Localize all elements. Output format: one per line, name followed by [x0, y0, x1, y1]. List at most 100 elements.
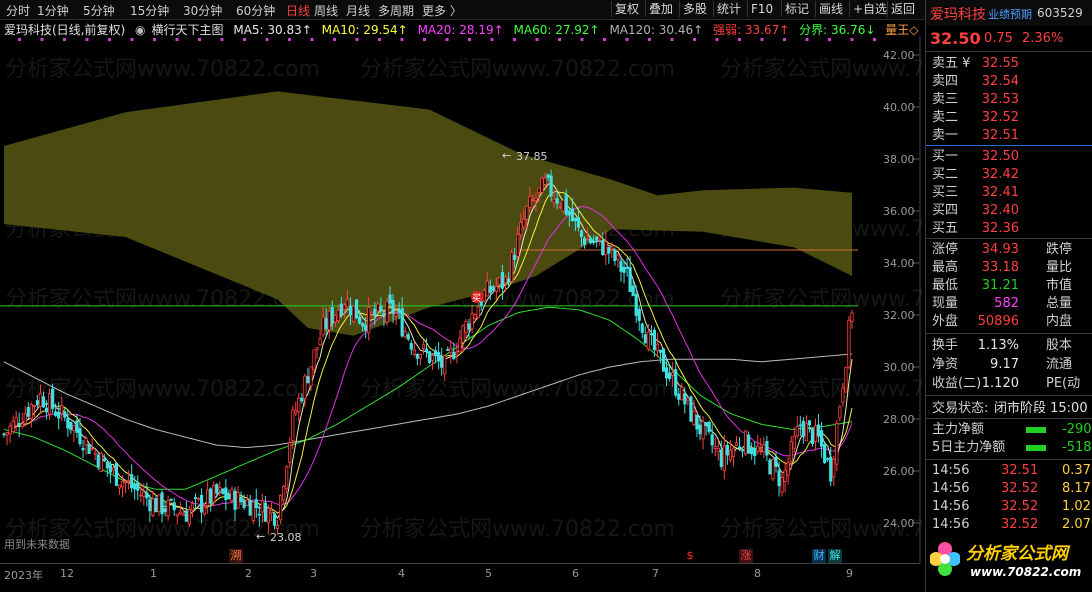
- signal-dot: [423, 38, 426, 41]
- signal-dot: [760, 38, 764, 41]
- stat2-row-label: 换手: [932, 338, 959, 353]
- candle-body: [254, 499, 258, 509]
- x-tick-3: 3: [310, 567, 317, 580]
- ask-row: 卖一 32.51: [926, 127, 1092, 145]
- candle-body: [63, 411, 67, 418]
- candle-body: [832, 459, 836, 478]
- event-marker-cai[interactable]: 财: [812, 549, 826, 563]
- ask-row: 卖二 32.52: [926, 109, 1092, 127]
- candle-body: [41, 396, 46, 408]
- period-tab-more[interactable]: 更多 〉: [422, 2, 462, 19]
- candle-body: [130, 474, 134, 489]
- flow-value: -518: [1062, 440, 1092, 455]
- multi-stock-button[interactable]: 多股: [679, 1, 710, 17]
- mark-button[interactable]: 标记: [781, 1, 812, 17]
- candle-body: [470, 313, 474, 330]
- add-favorite-button[interactable]: +自选: [849, 1, 890, 17]
- candle-body: [576, 217, 581, 228]
- candle-body: [549, 175, 553, 197]
- ask-row-value: 32.53: [981, 92, 1019, 107]
- y-tick-label: 42.00: [883, 49, 915, 62]
- f10-button[interactable]: F10: [747, 1, 776, 17]
- stats-button[interactable]: 统计: [713, 1, 744, 17]
- stat-row: 最高 33.18 量比: [926, 259, 1092, 277]
- candle-body: [643, 334, 647, 344]
- candle-body: [181, 513, 185, 517]
- candle-body: [90, 448, 94, 450]
- candle-body: [172, 502, 176, 511]
- candle-body: [443, 355, 447, 375]
- settings-icon[interactable]: ◉: [135, 23, 145, 37]
- draw-line-button[interactable]: 画线: [815, 1, 846, 17]
- signal-dot: [130, 38, 134, 41]
- candle-body: [807, 420, 812, 426]
- candle-body: [525, 205, 529, 220]
- ask-row-label: 卖三: [932, 92, 959, 107]
- event-marker-zhang[interactable]: 涨: [739, 549, 753, 563]
- candle-body: [820, 430, 824, 447]
- stock-code: 603529: [1037, 6, 1083, 20]
- candle-body: [528, 196, 532, 208]
- candle-body: [756, 445, 760, 452]
- period-tab-5min[interactable]: 5分钟: [83, 2, 115, 19]
- bid-row-label: 买四: [932, 203, 959, 218]
- candle-body: [184, 510, 188, 522]
- high-arrow: ←: [502, 149, 511, 162]
- event-marker-su[interactable]: 溯: [229, 549, 243, 563]
- kline-chart[interactable]: 分析家公式网www.70822.com 分析家公式网www.70822.com 分析…: [0, 36, 922, 563]
- main-indicator-name[interactable]: 横行天下主图: [152, 23, 224, 37]
- candle-body: [531, 199, 535, 201]
- period-tab-1min[interactable]: 1分钟: [37, 2, 69, 19]
- candle-body: [60, 405, 64, 414]
- period-tab-weekly[interactable]: 周线: [314, 2, 338, 19]
- candle-body: [464, 321, 468, 333]
- candle-body: [838, 406, 842, 419]
- ma10-value: MA10: 29.54↑: [321, 23, 408, 37]
- candle-body: [96, 454, 100, 468]
- bid-row-label: 买一: [932, 149, 959, 164]
- stat-row: 现量 582 总量: [926, 295, 1092, 313]
- period-tab-multi[interactable]: 多周期: [378, 2, 414, 19]
- stat-row: 最低 31.21 市值: [926, 277, 1092, 295]
- period-tab-fenshi[interactable]: 分时: [6, 2, 30, 19]
- x-tick-year: 2023年: [4, 569, 43, 582]
- boundary-value: 分界: 36.76↓: [799, 23, 876, 37]
- candle-body: [245, 499, 249, 506]
- candle-body: [713, 446, 717, 449]
- bid-row: 买二 32.42: [926, 166, 1092, 184]
- signal-dot: [850, 38, 854, 41]
- candle-body: [671, 372, 675, 376]
- fuquan-button[interactable]: 复权: [611, 1, 642, 17]
- candle-body: [750, 448, 754, 455]
- period-tab-monthly[interactable]: 月线: [346, 2, 370, 19]
- candle-body: [154, 498, 158, 513]
- event-marker-dollar[interactable]: $: [683, 549, 697, 563]
- overlay-button[interactable]: 叠加: [645, 1, 676, 17]
- candle-body: [440, 355, 444, 368]
- period-tab-60min[interactable]: 60分钟: [236, 2, 275, 19]
- candle-body: [561, 200, 565, 212]
- stat-row-value: 31.21: [981, 278, 1019, 293]
- period-tab-30min[interactable]: 30分钟: [183, 2, 222, 19]
- candle-body: [348, 305, 353, 316]
- candle-body: [835, 422, 839, 465]
- candle-body: [585, 238, 590, 241]
- bid-row: 买三 32.41: [926, 184, 1092, 202]
- candle-body: [193, 497, 198, 500]
- period-tab-15min[interactable]: 15分钟: [130, 2, 169, 19]
- candle-body: [251, 501, 255, 521]
- ask-row-label: 卖四: [932, 74, 959, 89]
- stat-row: 涨停 34.93 跌停: [926, 241, 1092, 259]
- tick-time: 14:56: [932, 481, 970, 496]
- candle-body: [212, 485, 216, 503]
- watermark-text: 分析家公式网www.70822.com: [360, 517, 675, 542]
- period-tab-daily[interactable]: 日线: [286, 2, 310, 19]
- back-button[interactable]: 返回: [887, 1, 918, 17]
- flow-bar: [1026, 427, 1046, 433]
- performance-tag[interactable]: 业绩预期: [988, 6, 1032, 22]
- candle-body: [72, 425, 76, 431]
- buy-signal-label: 买: [472, 293, 481, 304]
- event-marker-jie[interactable]: 解: [828, 549, 842, 563]
- candle-body: [482, 290, 486, 302]
- stat-row-value: 50896: [977, 314, 1019, 329]
